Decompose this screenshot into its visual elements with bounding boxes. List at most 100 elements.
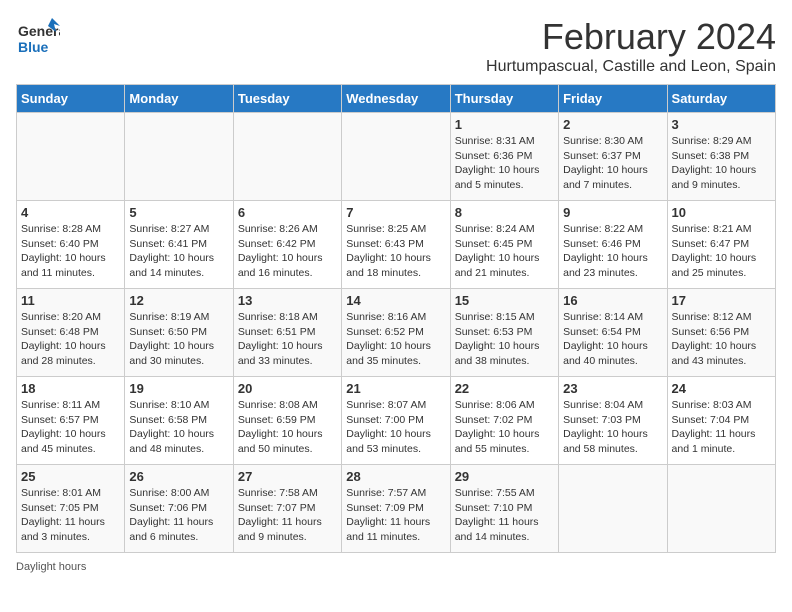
day-info: Sunrise: 7:57 AM Sunset: 7:09 PM Dayligh… xyxy=(346,486,445,545)
calendar-cell: 4Sunrise: 8:28 AM Sunset: 6:40 PM Daylig… xyxy=(17,201,125,289)
day-info: Sunrise: 8:00 AM Sunset: 7:06 PM Dayligh… xyxy=(129,486,228,545)
day-info: Sunrise: 8:11 AM Sunset: 6:57 PM Dayligh… xyxy=(21,398,120,457)
calendar-cell: 1 Sunrise: 8:31 AM Sunset: 6:36 PM Daylig… xyxy=(450,113,558,201)
page-header: General Blue February 2024 Hurtumpascual… xyxy=(16,16,776,76)
calendar-week-row: 25 Sunrise: 8:01 AM Sunset: 7:05 PM Dayli… xyxy=(17,465,776,553)
day-info: Sunrise: 8:18 AM Sunset: 6:51 PM Dayligh… xyxy=(238,310,337,369)
day-number: 10 xyxy=(672,205,771,220)
day-info: Sunrise: 8:03 AM Sunset: 7:04 PM Dayligh… xyxy=(672,398,771,457)
day-info: Sunrise: 8:25 AM Sunset: 6:43 PM Dayligh… xyxy=(346,222,445,281)
calendar-week-row: 1 Sunrise: 8:31 AM Sunset: 6:36 PM Daylig… xyxy=(17,113,776,201)
day-number: 4 xyxy=(21,205,120,220)
day-number: 28 xyxy=(346,469,445,484)
calendar-cell xyxy=(342,113,450,201)
day-of-week-header: Tuesday xyxy=(233,85,341,113)
calendar-cell: 15Sunrise: 8:15 AM Sunset: 6:53 PM Dayli… xyxy=(450,289,558,377)
location-subtitle: Hurtumpascual, Castille and Leon, Spain xyxy=(486,58,776,76)
calendar-cell: 20 Sunrise: 8:08 AM Sunset: 6:59 PM Dayli… xyxy=(233,377,341,465)
day-info: Sunrise: 7:58 AM Sunset: 7:07 PM Dayligh… xyxy=(238,486,337,545)
day-info: Sunrise: 8:30 AM Sunset: 6:37 PM Dayligh… xyxy=(563,134,662,193)
calendar-cell: 16 Sunrise: 8:14 AM Sunset: 6:54 PM Dayli… xyxy=(559,289,667,377)
day-info: Sunrise: 8:16 AM Sunset: 6:52 PM Dayligh… xyxy=(346,310,445,369)
calendar-cell: 18 Sunrise: 8:11 AM Sunset: 6:57 PM Dayli… xyxy=(17,377,125,465)
day-info: Sunrise: 8:21 AM Sunset: 6:47 PM Dayligh… xyxy=(672,222,771,281)
day-number: 11 xyxy=(21,293,120,308)
calendar-cell: 8 Sunrise: 8:24 AM Sunset: 6:45 PM Daylig… xyxy=(450,201,558,289)
day-info: Sunrise: 8:15 AM Sunset: 6:53 PM Dayligh… xyxy=(455,310,554,369)
day-number: 26 xyxy=(129,469,228,484)
day-number: 25 xyxy=(21,469,120,484)
calendar-cell: 6 Sunrise: 8:26 AM Sunset: 6:42 PM Daylig… xyxy=(233,201,341,289)
day-info: Sunrise: 8:01 AM Sunset: 7:05 PM Dayligh… xyxy=(21,486,120,545)
day-info: Sunrise: 8:14 AM Sunset: 6:54 PM Dayligh… xyxy=(563,310,662,369)
calendar-cell: 25 Sunrise: 8:01 AM Sunset: 7:05 PM Dayli… xyxy=(17,465,125,553)
day-info: Sunrise: 8:08 AM Sunset: 6:59 PM Dayligh… xyxy=(238,398,337,457)
calendar-cell: 11 Sunrise: 8:20 AM Sunset: 6:48 PM Dayli… xyxy=(17,289,125,377)
calendar-cell: 21 Sunrise: 8:07 AM Sunset: 7:00 PM Dayli… xyxy=(342,377,450,465)
day-info: Sunrise: 8:20 AM Sunset: 6:48 PM Dayligh… xyxy=(21,310,120,369)
calendar-cell xyxy=(667,465,775,553)
logo: General Blue xyxy=(16,16,60,60)
day-number: 5 xyxy=(129,205,228,220)
day-number: 2 xyxy=(563,117,662,132)
calendar-table: SundayMondayTuesdayWednesdayThursdayFrid… xyxy=(16,84,776,553)
day-info: Sunrise: 8:10 AM Sunset: 6:58 PM Dayligh… xyxy=(129,398,228,457)
day-info: Sunrise: 8:12 AM Sunset: 6:56 PM Dayligh… xyxy=(672,310,771,369)
day-of-week-header: Friday xyxy=(559,85,667,113)
day-info: Sunrise: 8:26 AM Sunset: 6:42 PM Dayligh… xyxy=(238,222,337,281)
logo-icon: General Blue xyxy=(16,16,60,60)
day-number: 18 xyxy=(21,381,120,396)
daylight-label: Daylight hours xyxy=(16,561,86,573)
day-info: Sunrise: 8:24 AM Sunset: 6:45 PM Dayligh… xyxy=(455,222,554,281)
day-number: 1 xyxy=(455,117,554,132)
day-of-week-header: Saturday xyxy=(667,85,775,113)
day-number: 19 xyxy=(129,381,228,396)
calendar-cell: 2 Sunrise: 8:30 AM Sunset: 6:37 PM Daylig… xyxy=(559,113,667,201)
calendar-cell: 7Sunrise: 8:25 AM Sunset: 6:43 PM Daylig… xyxy=(342,201,450,289)
calendar-cell: 5 Sunrise: 8:27 AM Sunset: 6:41 PM Daylig… xyxy=(125,201,233,289)
day-info: Sunrise: 8:04 AM Sunset: 7:03 PM Dayligh… xyxy=(563,398,662,457)
calendar-cell: 22Sunrise: 8:06 AM Sunset: 7:02 PM Dayli… xyxy=(450,377,558,465)
day-of-week-header: Sunday xyxy=(17,85,125,113)
calendar-cell: 3 Sunrise: 8:29 AM Sunset: 6:38 PM Daylig… xyxy=(667,113,775,201)
day-number: 17 xyxy=(672,293,771,308)
calendar-cell xyxy=(233,113,341,201)
day-number: 16 xyxy=(563,293,662,308)
day-of-week-header: Wednesday xyxy=(342,85,450,113)
day-info: Sunrise: 7:55 AM Sunset: 7:10 PM Dayligh… xyxy=(455,486,554,545)
month-title: February 2024 xyxy=(486,16,776,58)
calendar-cell: 14Sunrise: 8:16 AM Sunset: 6:52 PM Dayli… xyxy=(342,289,450,377)
footer: Daylight hours xyxy=(16,561,776,573)
calendar-header-row: SundayMondayTuesdayWednesdayThursdayFrid… xyxy=(17,85,776,113)
calendar-cell: 27 Sunrise: 7:58 AM Sunset: 7:07 PM Dayli… xyxy=(233,465,341,553)
day-number: 6 xyxy=(238,205,337,220)
calendar-cell: 10 Sunrise: 8:21 AM Sunset: 6:47 PM Dayli… xyxy=(667,201,775,289)
calendar-cell: 12Sunrise: 8:19 AM Sunset: 6:50 PM Dayli… xyxy=(125,289,233,377)
day-number: 20 xyxy=(238,381,337,396)
day-info: Sunrise: 8:31 AM Sunset: 6:36 PM Dayligh… xyxy=(455,134,554,193)
day-number: 3 xyxy=(672,117,771,132)
day-number: 9 xyxy=(563,205,662,220)
calendar-cell: 13 Sunrise: 8:18 AM Sunset: 6:51 PM Dayli… xyxy=(233,289,341,377)
day-of-week-header: Monday xyxy=(125,85,233,113)
calendar-week-row: 4Sunrise: 8:28 AM Sunset: 6:40 PM Daylig… xyxy=(17,201,776,289)
calendar-cell: 24 Sunrise: 8:03 AM Sunset: 7:04 PM Dayli… xyxy=(667,377,775,465)
calendar-cell xyxy=(17,113,125,201)
svg-text:Blue: Blue xyxy=(18,39,49,55)
day-info: Sunrise: 8:07 AM Sunset: 7:00 PM Dayligh… xyxy=(346,398,445,457)
calendar-cell: 17 Sunrise: 8:12 AM Sunset: 6:56 PM Dayli… xyxy=(667,289,775,377)
day-info: Sunrise: 8:22 AM Sunset: 6:46 PM Dayligh… xyxy=(563,222,662,281)
calendar-week-row: 11 Sunrise: 8:20 AM Sunset: 6:48 PM Dayli… xyxy=(17,289,776,377)
day-number: 24 xyxy=(672,381,771,396)
day-info: Sunrise: 8:29 AM Sunset: 6:38 PM Dayligh… xyxy=(672,134,771,193)
day-number: 27 xyxy=(238,469,337,484)
day-number: 21 xyxy=(346,381,445,396)
title-section: February 2024 Hurtumpascual, Castille an… xyxy=(486,16,776,76)
day-number: 8 xyxy=(455,205,554,220)
calendar-cell: 23Sunrise: 8:04 AM Sunset: 7:03 PM Dayli… xyxy=(559,377,667,465)
calendar-cell: 19 Sunrise: 8:10 AM Sunset: 6:58 PM Dayli… xyxy=(125,377,233,465)
day-number: 13 xyxy=(238,293,337,308)
day-number: 22 xyxy=(455,381,554,396)
calendar-cell: 29Sunrise: 7:55 AM Sunset: 7:10 PM Dayli… xyxy=(450,465,558,553)
day-info: Sunrise: 8:27 AM Sunset: 6:41 PM Dayligh… xyxy=(129,222,228,281)
